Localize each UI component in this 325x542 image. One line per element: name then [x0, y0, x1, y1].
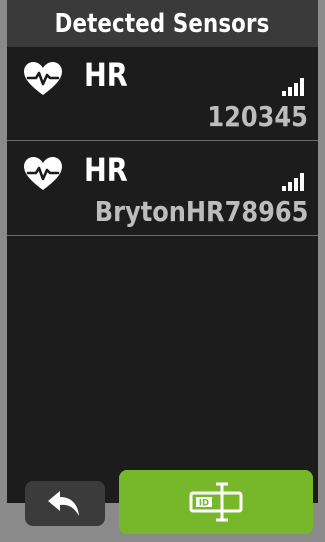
device-screen: Detected Sensors HR 120345 HR BrytonHR78	[7, 0, 318, 542]
back-arrow-icon	[48, 490, 79, 516]
sensor-type-label: HR	[84, 151, 128, 189]
page-title: Detected Sensors	[55, 8, 270, 39]
title-bar: Detected Sensors	[7, 0, 318, 47]
heart-rate-icon	[24, 62, 62, 95]
signal-strength-icon	[282, 173, 304, 191]
sensor-id-label: 120345	[207, 100, 308, 133]
sensor-id-button[interactable]: ID	[119, 470, 313, 534]
sensor-list-item[interactable]: HR BrytonHR78965	[7, 143, 318, 236]
heart-rate-icon	[24, 157, 62, 190]
sensor-id-label: BrytonHR78965	[94, 195, 308, 228]
signal-strength-icon	[282, 78, 304, 96]
sensor-type-label: HR	[84, 56, 128, 94]
sensor-id-icon: ID	[189, 482, 243, 522]
svg-text:ID: ID	[199, 499, 209, 509]
back-button[interactable]	[25, 481, 105, 526]
sensor-list-item[interactable]: HR 120345	[7, 48, 318, 141]
